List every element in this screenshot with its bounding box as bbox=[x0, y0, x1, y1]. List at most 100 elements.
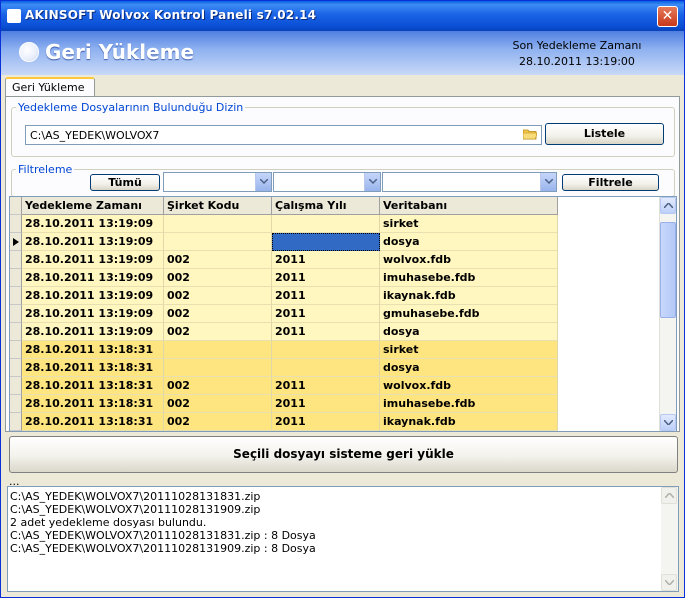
log-scroll-up-button[interactable] bbox=[661, 487, 677, 504]
log-scroll-down-button[interactable] bbox=[661, 574, 677, 591]
table-cell[interactable]: sirket bbox=[380, 215, 558, 233]
table-cell[interactable]: 002 bbox=[164, 323, 272, 341]
table-row[interactable]: 28.10.2011 13:18:31 dosya bbox=[22, 359, 558, 377]
table-cell[interactable]: 2011 bbox=[272, 323, 380, 341]
row-indicator[interactable] bbox=[10, 341, 22, 359]
table-cell[interactable]: 002 bbox=[164, 395, 272, 413]
filter-button[interactable]: Filtrele bbox=[562, 174, 659, 191]
table-cell[interactable]: 2011 bbox=[272, 305, 380, 323]
table-cell[interactable]: gmuhasebe.fdb bbox=[380, 305, 558, 323]
scroll-up-button[interactable] bbox=[660, 197, 676, 214]
column-header-time[interactable]: Yedekleme Zamanı bbox=[22, 197, 164, 215]
row-indicator[interactable] bbox=[10, 413, 22, 431]
list-button[interactable]: Listele bbox=[545, 123, 664, 145]
row-indicator[interactable] bbox=[10, 269, 22, 287]
table-cell[interactable]: 28.10.2011 13:19:09 bbox=[22, 305, 164, 323]
table-cell[interactable]: 28.10.2011 13:19:09 bbox=[22, 215, 164, 233]
table-cell[interactable] bbox=[272, 359, 380, 377]
table-cell[interactable]: ikaynak.fdb bbox=[380, 287, 558, 305]
tab-geri-yukleme[interactable]: Geri Yükleme bbox=[5, 77, 95, 97]
chevron-down-icon[interactable] bbox=[255, 173, 271, 191]
row-indicator[interactable] bbox=[10, 305, 22, 323]
table-cell[interactable] bbox=[164, 215, 272, 233]
table-cell[interactable]: 28.10.2011 13:19:09 bbox=[22, 251, 164, 269]
table-row[interactable]: 28.10.2011 13:18:31 sirket bbox=[22, 341, 558, 359]
table-row[interactable]: 28.10.2011 13:19:09 002 2011 ikaynak.fdb bbox=[22, 287, 558, 305]
table-cell[interactable] bbox=[272, 233, 380, 251]
log-scrollbar[interactable] bbox=[661, 487, 678, 591]
table-cell[interactable]: 28.10.2011 13:19:09 bbox=[22, 287, 164, 305]
table-cell[interactable] bbox=[164, 359, 272, 377]
close-button[interactable]: ✕ bbox=[657, 6, 678, 27]
table-cell[interactable]: wolvox.fdb bbox=[380, 377, 558, 395]
table-cell[interactable]: imuhasebe.fdb bbox=[380, 395, 558, 413]
folder-icon[interactable] bbox=[523, 128, 537, 140]
row-indicator[interactable] bbox=[10, 233, 22, 251]
table-cell[interactable]: imuhasebe.fdb bbox=[380, 269, 558, 287]
row-indicator[interactable] bbox=[10, 287, 22, 305]
table-cell[interactable] bbox=[164, 341, 272, 359]
table-row[interactable]: 28.10.2011 13:19:09 002 2011 gmuhasebe.fdb bbox=[22, 305, 558, 323]
table-row[interactable]: 28.10.2011 13:18:31 002 2011 imuhasebe.fdb bbox=[22, 395, 558, 413]
column-header-database[interactable]: Veritabanı bbox=[380, 197, 558, 215]
chevron-down-icon[interactable] bbox=[364, 173, 380, 191]
table-cell[interactable]: 2011 bbox=[272, 287, 380, 305]
table-row[interactable]: 28.10.2011 13:19:09 sirket bbox=[22, 215, 558, 233]
chevron-down-icon[interactable] bbox=[540, 173, 556, 191]
row-indicator[interactable] bbox=[10, 377, 22, 395]
table-cell[interactable]: 002 bbox=[164, 251, 272, 269]
table-row[interactable]: 28.10.2011 13:18:31 002 2011 ikaynak.fdb bbox=[22, 413, 558, 431]
table-cell[interactable]: ikaynak.fdb bbox=[380, 413, 558, 431]
table-cell[interactable]: dosya bbox=[380, 359, 558, 377]
scroll-thumb[interactable] bbox=[660, 222, 676, 318]
column-header-company[interactable]: Şirket Kodu bbox=[164, 197, 272, 215]
table-row[interactable]: 28.10.2011 13:19:09 002 2011 imuhasebe.fdb bbox=[22, 269, 558, 287]
table-cell[interactable]: 2011 bbox=[272, 395, 380, 413]
table-cell[interactable]: 2011 bbox=[272, 251, 380, 269]
table-cell[interactable]: 002 bbox=[164, 305, 272, 323]
table-row[interactable]: 28.10.2011 13:19:09 dosya bbox=[22, 233, 558, 251]
row-indicator[interactable] bbox=[10, 215, 22, 233]
row-indicator[interactable] bbox=[10, 251, 22, 269]
table-row[interactable]: 28.10.2011 13:19:09 002 2011 dosya bbox=[22, 323, 558, 341]
row-indicator[interactable] bbox=[10, 359, 22, 377]
table-cell[interactable]: 28.10.2011 13:19:09 bbox=[22, 233, 164, 251]
grid-scrollbar[interactable] bbox=[659, 197, 676, 431]
backup-grid[interactable]: Yedekleme Zamanı Şirket Kodu Çalışma Yıl… bbox=[9, 196, 677, 432]
all-button[interactable]: Tümü bbox=[90, 174, 160, 191]
table-row[interactable]: 28.10.2011 13:18:31 002 2011 wolvox.fdb bbox=[22, 377, 558, 395]
title-bar[interactable]: AKINSOFT Wolvox Kontrol Paneli s7.02.14 … bbox=[1, 1, 684, 31]
table-cell[interactable]: 28.10.2011 13:18:31 bbox=[22, 395, 164, 413]
table-cell[interactable]: 002 bbox=[164, 287, 272, 305]
company-combo[interactable] bbox=[163, 172, 272, 192]
row-indicator[interactable] bbox=[10, 323, 22, 341]
table-cell[interactable] bbox=[272, 215, 380, 233]
table-cell[interactable]: 28.10.2011 13:18:31 bbox=[22, 413, 164, 431]
table-cell[interactable]: dosya bbox=[380, 233, 558, 251]
table-cell[interactable]: 28.10.2011 13:18:31 bbox=[22, 341, 164, 359]
database-combo[interactable] bbox=[382, 172, 557, 192]
table-cell[interactable]: dosya bbox=[380, 323, 558, 341]
row-indicator[interactable] bbox=[10, 395, 22, 413]
table-cell[interactable]: sirket bbox=[380, 341, 558, 359]
restore-button[interactable]: Seçili dosyayı sisteme geri yükle bbox=[9, 436, 678, 473]
table-cell[interactable]: 2011 bbox=[272, 413, 380, 431]
table-cell[interactable]: 2011 bbox=[272, 269, 380, 287]
table-cell[interactable]: 002 bbox=[164, 413, 272, 431]
directory-path-field[interactable]: C:\AS_YEDEK\WOLVOX7 bbox=[25, 125, 542, 145]
table-cell[interactable]: 28.10.2011 13:18:31 bbox=[22, 359, 164, 377]
table-cell[interactable]: wolvox.fdb bbox=[380, 251, 558, 269]
table-cell[interactable]: 2011 bbox=[272, 377, 380, 395]
table-cell[interactable]: 28.10.2011 13:18:31 bbox=[22, 377, 164, 395]
table-cell[interactable]: 002 bbox=[164, 377, 272, 395]
table-cell[interactable]: 28.10.2011 13:19:09 bbox=[22, 323, 164, 341]
table-cell[interactable]: 28.10.2011 13:19:09 bbox=[22, 269, 164, 287]
year-combo[interactable] bbox=[273, 172, 381, 192]
scroll-down-button[interactable] bbox=[660, 414, 676, 431]
table-cell[interactable] bbox=[272, 341, 380, 359]
table-cell[interactable] bbox=[164, 233, 272, 251]
table-cell[interactable]: 002 bbox=[164, 269, 272, 287]
log-area[interactable]: C:\AS_YEDEK\WOLVOX7\20111028131831.zip C:… bbox=[7, 486, 679, 592]
table-row[interactable]: 28.10.2011 13:19:09 002 2011 wolvox.fdb bbox=[22, 251, 558, 269]
column-header-year[interactable]: Çalışma Yılı bbox=[272, 197, 380, 215]
